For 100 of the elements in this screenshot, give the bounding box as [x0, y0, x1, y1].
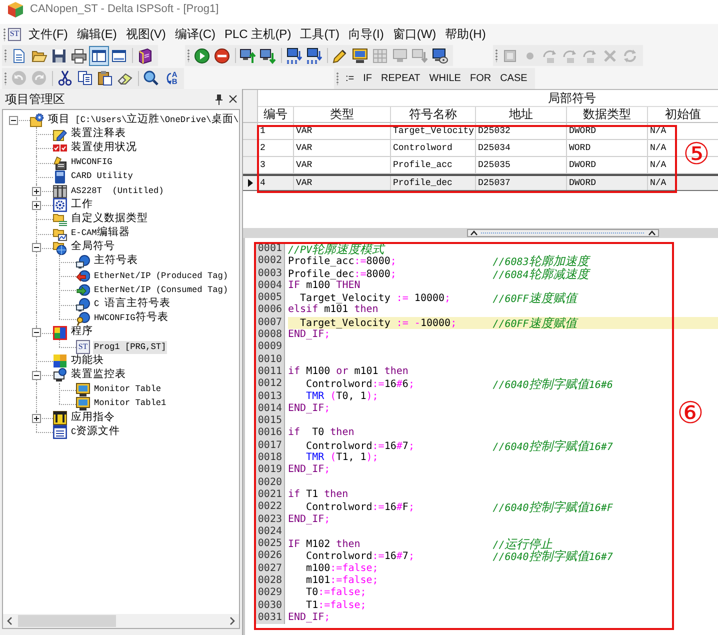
code-comment: //6084轮廓减速度 [492, 268, 589, 282]
tree-item[interactable]: 装置监控表 [70, 368, 127, 382]
tree-item[interactable]: AS228T (Untitled) [70, 184, 165, 198]
line-number: 0009 [255, 341, 285, 354]
toolbar-button[interactable] [430, 46, 450, 66]
tree-item[interactable]: CARD Utility [70, 170, 134, 184]
tree-toggle[interactable] [32, 328, 41, 338]
chevron-left-icon[interactable] [7, 617, 12, 625]
toolbar-button[interactable] [284, 46, 304, 66]
menu-item[interactable]: 帮助(H) [440, 26, 490, 42]
splitter-handle[interactable] [467, 229, 659, 237]
grip-icon[interactable] [187, 49, 190, 62]
gear-icon [53, 198, 67, 212]
grip-icon[interactable] [4, 72, 7, 84]
pin-icon[interactable] [215, 94, 223, 104]
code-comment: //60FF速度赋值 [492, 316, 577, 332]
tree-item[interactable]: EtherNet/IP (Produced Tag) [93, 270, 230, 283]
tree-item[interactable]: 应用指令 [70, 412, 116, 425]
tree-item[interactable]: 工作 [70, 198, 94, 212]
code-text: TMR (T0, 1); [306, 390, 378, 403]
tree-item[interactable]: E-CAM编辑器 [70, 227, 131, 240]
keyword-button[interactable]: FOR [465, 68, 496, 88]
keyword-button[interactable]: WHILE [424, 68, 466, 88]
table-cell-text: N/A [649, 142, 668, 155]
toolbar-button[interactable] [95, 68, 115, 88]
menu-item[interactable]: 向导(I) [344, 26, 388, 42]
code-text: IF m100 THEN [288, 280, 360, 292]
keyword-button[interactable]: CASE [496, 68, 532, 88]
menu-item[interactable]: 视图(V) [121, 26, 170, 42]
menu-item[interactable]: 工具(T) [296, 26, 344, 42]
tree-item[interactable]: 功能块 [70, 354, 105, 368]
clipboard-icon [97, 70, 113, 86]
tree-item[interactable]: Monitor Table1 [93, 397, 168, 410]
code-text: END_IF; [288, 402, 330, 416]
step-arrow-icon [542, 48, 558, 64]
grip-icon[interactable] [3, 28, 6, 40]
tree-item[interactable]: 项目 [C:\Users\立迈胜\OneDrive\桌面\ [47, 114, 239, 127]
toolbar-button[interactable] [212, 46, 232, 66]
toolbar-button[interactable] [192, 46, 212, 66]
tree-item[interactable]: 全局符号 [70, 241, 116, 254]
menu-item[interactable]: 窗口(W) [388, 26, 441, 42]
tree-item[interactable]: 装置使用状况 [70, 142, 138, 155]
close-icon[interactable] [229, 95, 237, 103]
play-icon [194, 48, 210, 64]
tree-toggle[interactable] [32, 200, 41, 210]
code-text: m101:=false; [306, 575, 378, 587]
toolbar-button[interactable] [141, 68, 161, 88]
cross-icon [602, 48, 618, 64]
tree-item[interactable]: 自定义数据类型 [70, 212, 149, 226]
grip-icon[interactable] [495, 49, 498, 62]
keyword-button[interactable]: := [341, 68, 359, 88]
monitor-upload-icon [240, 48, 256, 64]
table-cell: D25037 [476, 176, 567, 190]
toolbar-button[interactable] [75, 68, 95, 88]
tree-item[interactable]: 程序 [70, 326, 94, 340]
window-icon [111, 48, 127, 64]
row-header-cell[interactable] [243, 140, 258, 156]
code-text: Controlword:=16#6; [306, 379, 414, 391]
tree-toggle[interactable] [32, 370, 41, 380]
tree-item[interactable]: C资源文件 [70, 426, 122, 439]
file-type-badge: ST [8, 28, 21, 40]
tree-toggle[interactable] [32, 243, 41, 252]
row-header-cell[interactable] [243, 157, 258, 173]
table-row[interactable]: 4 VAR Profile_dec D25037 DWORD N/A [243, 174, 718, 191]
toolbar-button[interactable] [350, 46, 370, 66]
menu-item[interactable]: 编译(C) [170, 26, 220, 42]
tree-item[interactable]: Monitor Table [93, 383, 162, 396]
menu-item[interactable]: 文件(F) [24, 26, 72, 42]
tree-item[interactable]: Prog1 [PRG,ST] [93, 340, 168, 354]
toolbar-button[interactable] [304, 46, 324, 66]
tree-item[interactable]: HWCONFIG [70, 156, 114, 170]
grip-icon[interactable] [336, 72, 339, 84]
tree-item[interactable]: HWCONFIG符号表 [93, 312, 170, 326]
device-icon [53, 156, 67, 170]
row-header-cell[interactable] [243, 123, 258, 139]
keyword-button[interactable]: REPEAT [376, 68, 425, 88]
tree-item[interactable]: C 语言主符号表 [93, 298, 172, 312]
tree-toggle[interactable] [32, 414, 41, 423]
keyword-button[interactable]: IF [358, 68, 377, 88]
code-text: if T1 then [288, 488, 348, 502]
chip-icon [502, 48, 518, 64]
toolbar-button[interactable] [89, 46, 109, 66]
tree-item[interactable]: EtherNet/IP (Consumed Tag) [93, 284, 230, 297]
menu-item[interactable]: PLC 主机(P) [220, 26, 296, 42]
grip-icon[interactable] [4, 49, 7, 62]
menu-item[interactable]: 编辑(E) [72, 26, 122, 42]
tree-toggle[interactable] [32, 186, 41, 196]
step-arrow-icon [562, 48, 578, 64]
folder-gear-icon [30, 113, 44, 128]
chevron-right-icon[interactable] [230, 617, 235, 625]
stop-icon [214, 48, 230, 64]
scrollbar-thumb[interactable] [18, 615, 116, 627]
code-text: IF M102 then [288, 539, 360, 551]
tree-toggle[interactable] [9, 116, 18, 125]
table-cell: D25034 [476, 140, 567, 156]
tree-item[interactable]: 装置注释表 [70, 128, 127, 141]
code-comment: //6040控制字赋值16#7 [492, 550, 613, 565]
tree-item[interactable]: 主符号表 [93, 255, 139, 268]
line-number: 0015 [255, 415, 285, 428]
folder-globe-icon [53, 240, 67, 255]
